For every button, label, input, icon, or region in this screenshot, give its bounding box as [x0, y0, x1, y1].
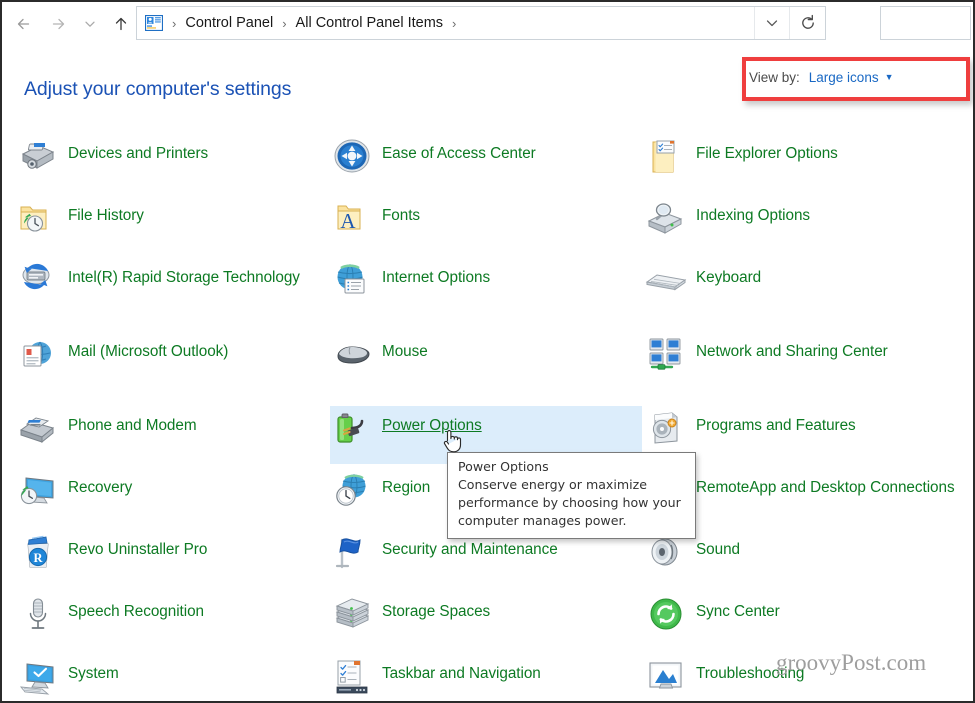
control-panel-item-label[interactable]: Storage Spaces	[382, 592, 490, 622]
control-panel-item-system[interactable]: System	[16, 654, 328, 703]
breadcrumb-separator-2[interactable]: ›	[445, 16, 463, 31]
page-title: Adjust your computer's settings	[24, 78, 291, 101]
breadcrumb-separator-0: ›	[165, 16, 183, 31]
control-panel-item-sound[interactable]: Sound	[644, 530, 971, 588]
control-panel-item-label[interactable]: Ease of Access Center	[382, 134, 536, 164]
control-panel-item-storage-spaces[interactable]: Storage Spaces	[330, 592, 642, 650]
fonts-folder-icon: A	[330, 196, 374, 240]
mail-globe-icon	[16, 332, 60, 376]
folder-options-icon	[644, 134, 688, 178]
programs-features-icon	[644, 406, 688, 450]
control-panel-item-label[interactable]: Keyboard	[696, 258, 761, 288]
forward-icon[interactable]	[44, 10, 72, 38]
control-panel-item-label[interactable]: Region	[382, 468, 430, 498]
control-panel-item-intelr-rapid-storage-technology[interactable]: Intel(R) Rapid Storage Technology	[16, 258, 328, 316]
control-panel-item-mouse[interactable]: Mouse	[330, 332, 642, 390]
control-panel-item-phone-and-modem[interactable]: Phone and Modem	[16, 406, 328, 464]
intel-rst-icon	[16, 258, 60, 302]
breadcrumb-item-all-control-panel-items[interactable]: All Control Panel Items	[294, 15, 445, 31]
fax-modem-icon	[16, 406, 60, 450]
control-panel-item-file-history[interactable]: File History	[16, 196, 328, 254]
internet-options-icon	[330, 258, 374, 302]
search-input[interactable]	[880, 6, 971, 40]
control-panel-item-label[interactable]: Fonts	[382, 196, 420, 226]
control-panel-item-security-and-maintenance[interactable]: Security and Maintenance	[330, 530, 642, 588]
control-panel-item-label[interactable]: Mail (Microsoft Outlook)	[68, 332, 228, 362]
computer-check-icon	[16, 654, 60, 698]
up-one-level-icon[interactable]	[107, 10, 135, 38]
control-panel-item-label[interactable]: Recovery	[68, 468, 132, 498]
troubleshooting-icon	[644, 654, 688, 698]
navigation-bar: › Control Panel › All Control Panel Item…	[2, 2, 973, 46]
address-bar[interactable]: › Control Panel › All Control Panel Item…	[136, 6, 826, 40]
view-by-highlight-box	[742, 57, 970, 101]
indexing-magnifier-icon	[644, 196, 688, 240]
accessibility-icon	[330, 134, 374, 178]
network-sharing-icon	[644, 332, 688, 376]
keyboard-icon	[644, 258, 688, 302]
refresh-icon[interactable]	[789, 7, 825, 39]
control-panel-item-label[interactable]: Phone and Modem	[68, 406, 197, 436]
recovery-monitor-icon	[16, 468, 60, 512]
control-panel-item-label[interactable]: Speech Recognition	[68, 592, 204, 622]
control-panel-item-ease-of-access-center[interactable]: Ease of Access Center	[330, 134, 642, 192]
folder-clock-icon	[16, 196, 60, 240]
control-panel-item-label[interactable]: Sync Center	[696, 592, 780, 622]
control-panel-item-sync-center[interactable]: Sync Center	[644, 592, 971, 650]
battery-plug-icon	[330, 406, 374, 450]
blue-flag-icon	[330, 530, 374, 574]
breadcrumb-separator-1[interactable]: ›	[275, 16, 293, 31]
control-panel-item-keyboard[interactable]: Keyboard	[644, 258, 971, 316]
control-panel-item-mail-microsoft-outlook[interactable]: Mail (Microsoft Outlook)	[16, 332, 328, 390]
revo-uninstaller-icon: R	[16, 530, 60, 574]
control-panel-item-label[interactable]: Intel(R) Rapid Storage Technology	[68, 258, 300, 288]
globe-clock-icon	[330, 468, 374, 512]
svg-text:R: R	[33, 551, 43, 565]
control-panel-item-internet-options[interactable]: Internet Options	[330, 258, 642, 316]
control-panel-icon	[145, 15, 163, 31]
sync-icon	[644, 592, 688, 636]
control-panel-item-label[interactable]: Taskbar and Navigation	[382, 654, 541, 684]
address-dropdown-chevron-down-icon[interactable]	[754, 7, 789, 39]
control-panel-item-file-explorer-options[interactable]: File Explorer Options	[644, 134, 971, 192]
control-panel-item-label[interactable]: File History	[68, 196, 144, 226]
control-panel-item-label[interactable]: Programs and Features	[696, 406, 856, 436]
control-panel-item-label[interactable]: Revo Uninstaller Pro	[68, 530, 207, 560]
control-panel-item-devices-and-printers[interactable]: Devices and Printers	[16, 134, 328, 192]
tooltip-title: Power Options	[458, 458, 687, 476]
control-panel-item-label[interactable]: Mouse	[382, 332, 428, 362]
control-panel-item-revo-uninstaller-pro[interactable]: R Revo Uninstaller Pro	[16, 530, 328, 588]
control-panel-items-grid: Devices and Printers File History Intel(…	[2, 134, 973, 701]
storage-stack-icon	[330, 592, 374, 636]
control-panel-item-label[interactable]: File Explorer Options	[696, 134, 838, 164]
control-panel-item-label[interactable]: Power Options	[382, 406, 482, 436]
control-panel-item-label[interactable]: Sound	[696, 530, 740, 560]
recent-locations-chevron-down-icon[interactable]	[76, 10, 104, 38]
control-panel-item-label[interactable]: Network and Sharing Center	[696, 332, 888, 362]
control-panel-item-label[interactable]: RemoteApp and Desktop Connections	[696, 468, 955, 498]
control-panel-item-indexing-options[interactable]: Indexing Options	[644, 196, 971, 254]
control-panel-item-label[interactable]: System	[68, 654, 119, 684]
printer-icon	[16, 134, 60, 178]
svg-text:A: A	[340, 209, 356, 233]
breadcrumb-item-control-panel[interactable]: Control Panel	[183, 15, 275, 31]
control-panel-item-label[interactable]: Indexing Options	[696, 196, 810, 226]
back-icon[interactable]	[10, 10, 38, 38]
control-panel-item-taskbar-and-navigation[interactable]: Taskbar and Navigation	[330, 654, 642, 703]
watermark: groovyPost.com	[776, 650, 926, 676]
tooltip-body: Conserve energy or maximize performance …	[458, 476, 687, 530]
hand-pointer-cursor	[440, 427, 464, 457]
control-panel-item-label[interactable]: Devices and Printers	[68, 134, 208, 164]
power-options-tooltip: Power Options Conserve energy or maximiz…	[447, 452, 696, 539]
control-panel-window: › Control Panel › All Control Panel Item…	[0, 0, 975, 703]
mouse-icon	[330, 332, 374, 376]
control-panel-item-recovery[interactable]: Recovery	[16, 468, 328, 526]
control-panel-item-label[interactable]: Internet Options	[382, 258, 490, 288]
control-panel-item-fonts[interactable]: A Fonts	[330, 196, 642, 254]
taskbar-icon	[330, 654, 374, 698]
control-panel-item-network-and-sharing-center[interactable]: Network and Sharing Center	[644, 332, 971, 390]
microphone-icon	[16, 592, 60, 636]
control-panel-item-speech-recognition[interactable]: Speech Recognition	[16, 592, 328, 650]
